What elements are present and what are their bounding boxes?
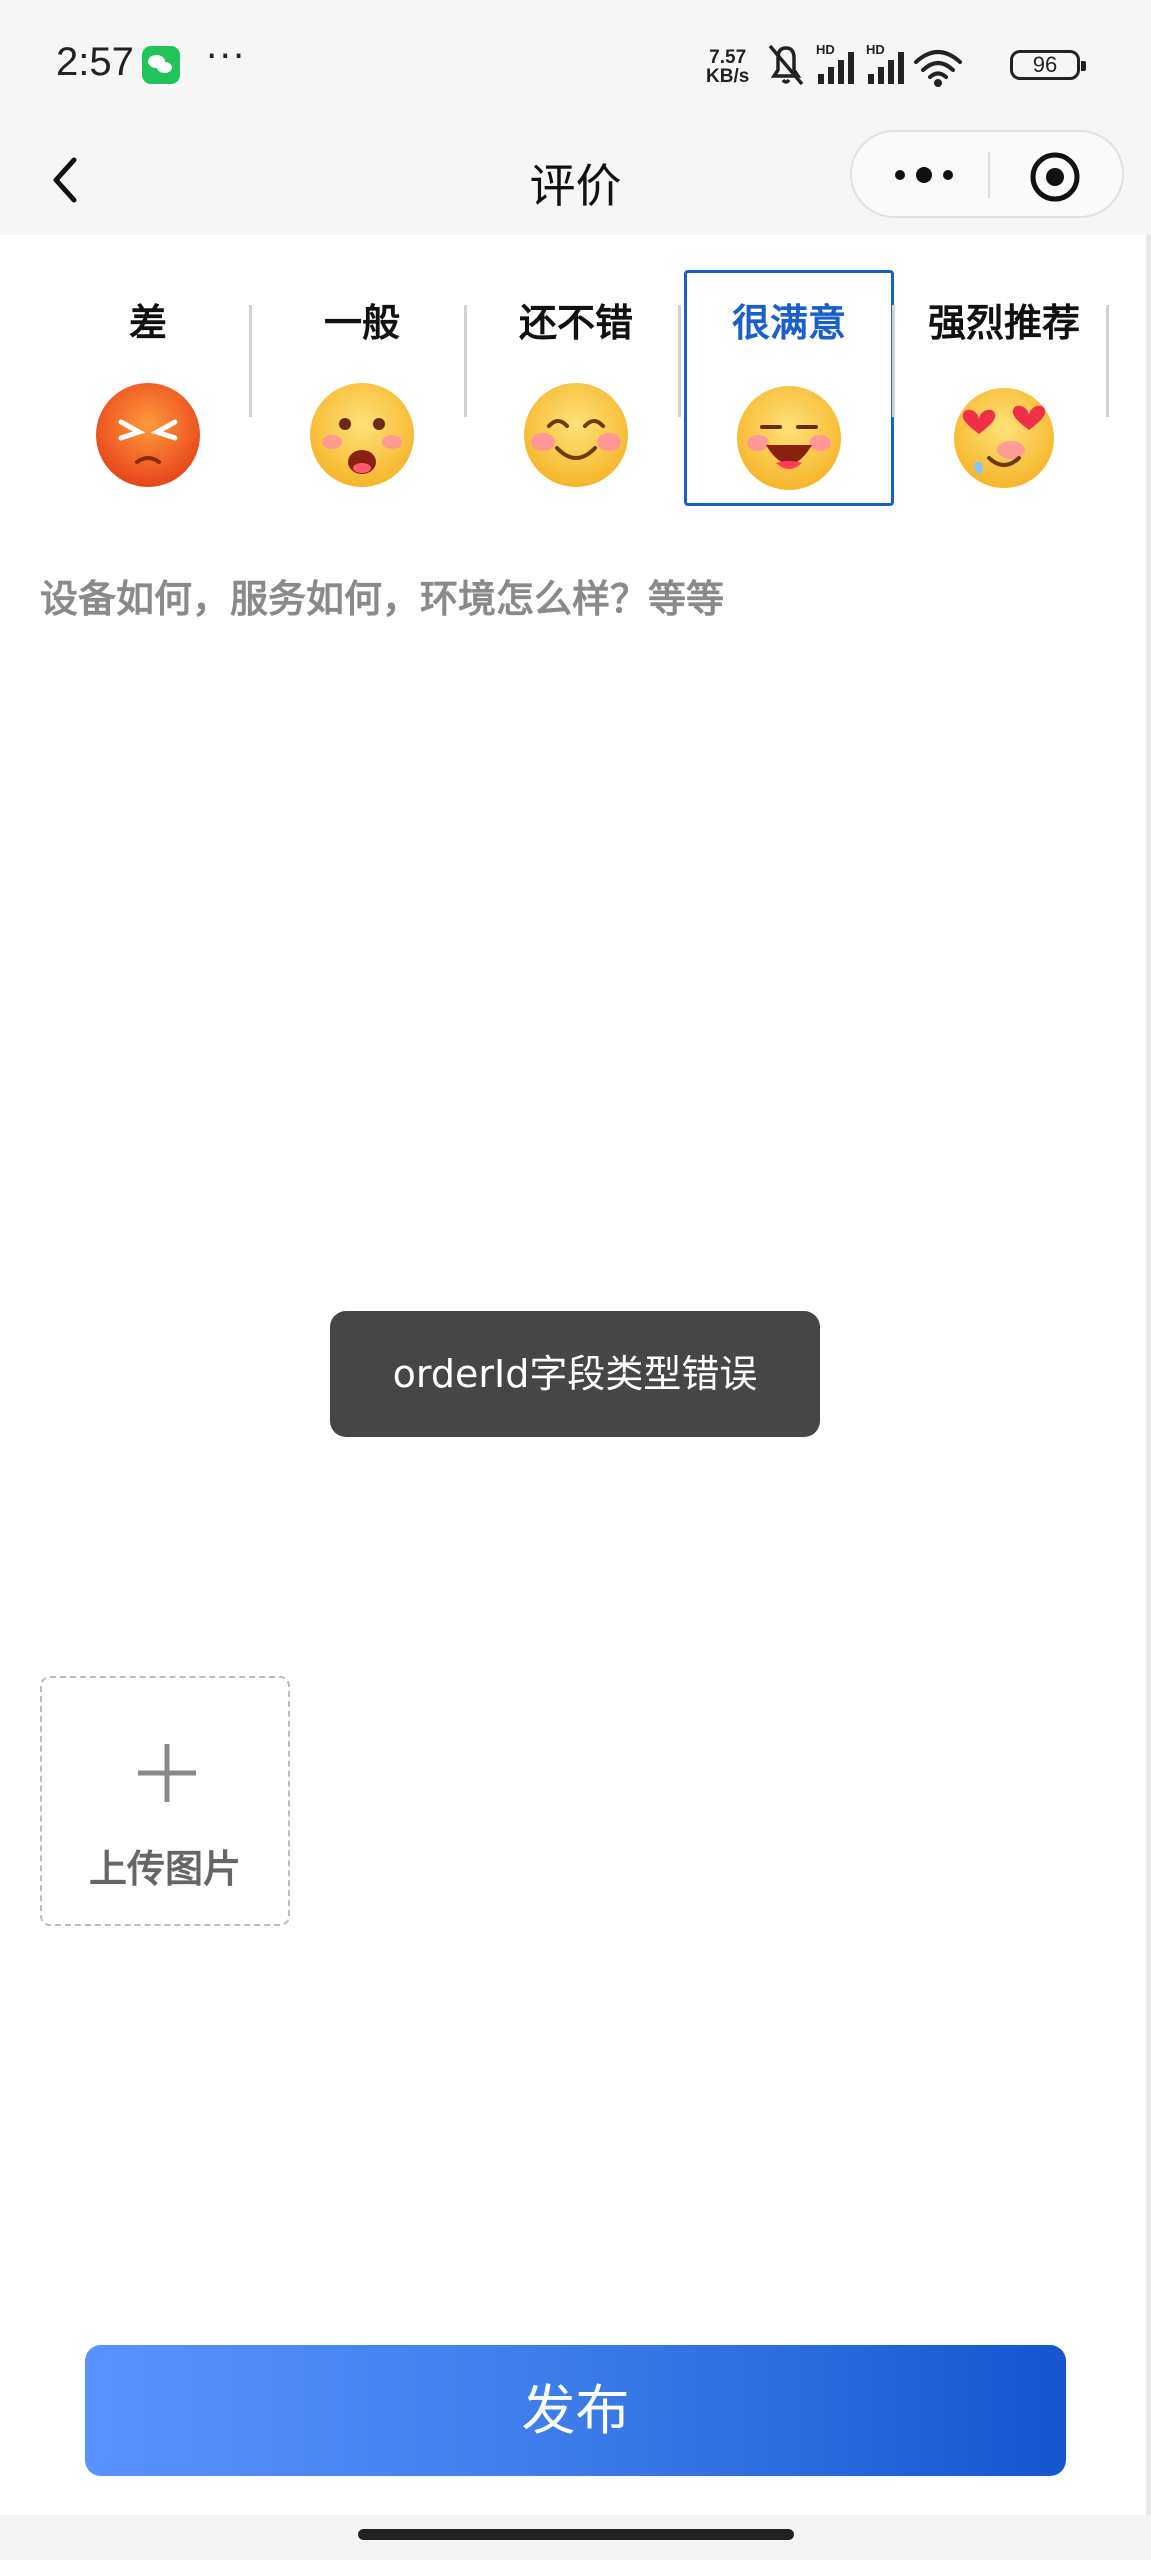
rating-separator — [1106, 305, 1109, 417]
error-toast: orderId字段类型错误 — [330, 1311, 820, 1437]
close-mini-program-icon[interactable] — [1028, 150, 1082, 204]
rating-selector: 差 一般 还不错 很满意 强烈推荐 — [0, 270, 1151, 520]
rating-separator — [464, 305, 467, 417]
signal-1-icon: HD — [816, 42, 854, 84]
rating-option-poor[interactable]: 差 — [43, 270, 253, 506]
smiling-face-icon — [524, 383, 628, 487]
battery-level: 96 — [1032, 52, 1058, 77]
upload-label: 上传图片 — [88, 1847, 241, 1891]
network-speed-unit: KB/s — [706, 66, 750, 87]
rating-label: 还不错 — [518, 301, 633, 345]
grinning-face-icon — [737, 386, 841, 490]
svg-text:HD: HD — [816, 42, 835, 57]
more-options-icon[interactable] — [884, 152, 964, 198]
mini-program-capsule — [850, 130, 1124, 218]
rating-option-good[interactable]: 还不错 — [471, 270, 681, 506]
rating-label: 一般 — [323, 301, 400, 345]
battery-icon: 96 — [1010, 50, 1086, 80]
rating-separator — [249, 305, 252, 417]
network-speed-value: 7.57 — [709, 47, 747, 68]
home-indicator[interactable] — [358, 2529, 794, 2540]
wifi-icon — [914, 50, 962, 87]
rating-separator — [678, 305, 681, 417]
heart-eyes-face-icon — [954, 388, 1054, 488]
rating-separator — [892, 305, 895, 417]
notification-more-icon: ··· — [206, 36, 247, 77]
status-icons: HD HD — [768, 42, 962, 87]
comment-input[interactable]: 设备如何，服务如何，环境怎么样？等等 — [40, 568, 724, 623]
svg-text:HD: HD — [866, 42, 885, 57]
scroll-edge — [1146, 235, 1151, 2515]
wechat-icon — [142, 46, 180, 84]
status-bar: 2:57 ··· 7.57 KB/s HD HD 96 — [0, 0, 1151, 130]
upload-image-button[interactable]: 上传图片 — [40, 1676, 290, 1926]
clock: 2:57 — [56, 40, 134, 84]
rating-label: 差 — [128, 301, 167, 345]
nav-bar: 评价 — [0, 130, 1151, 235]
mute-bell-icon — [768, 44, 804, 86]
angry-face-icon — [96, 383, 200, 487]
rating-label: 强烈推荐 — [927, 301, 1080, 345]
capsule-divider — [988, 152, 990, 198]
shocked-face-icon — [310, 383, 414, 487]
rating-label: 很满意 — [731, 301, 846, 345]
signal-2-icon: HD — [866, 42, 904, 84]
plus-icon — [138, 1744, 196, 1802]
network-speed: 7.57 KB/s — [706, 48, 749, 86]
rating-option-average[interactable]: 一般 — [257, 270, 467, 506]
rating-option-highly-recommend[interactable]: 强烈推荐 — [899, 270, 1109, 506]
publish-button[interactable]: 发布 — [85, 2345, 1066, 2476]
rating-option-very-satisfied[interactable]: 很满意 — [684, 270, 894, 506]
